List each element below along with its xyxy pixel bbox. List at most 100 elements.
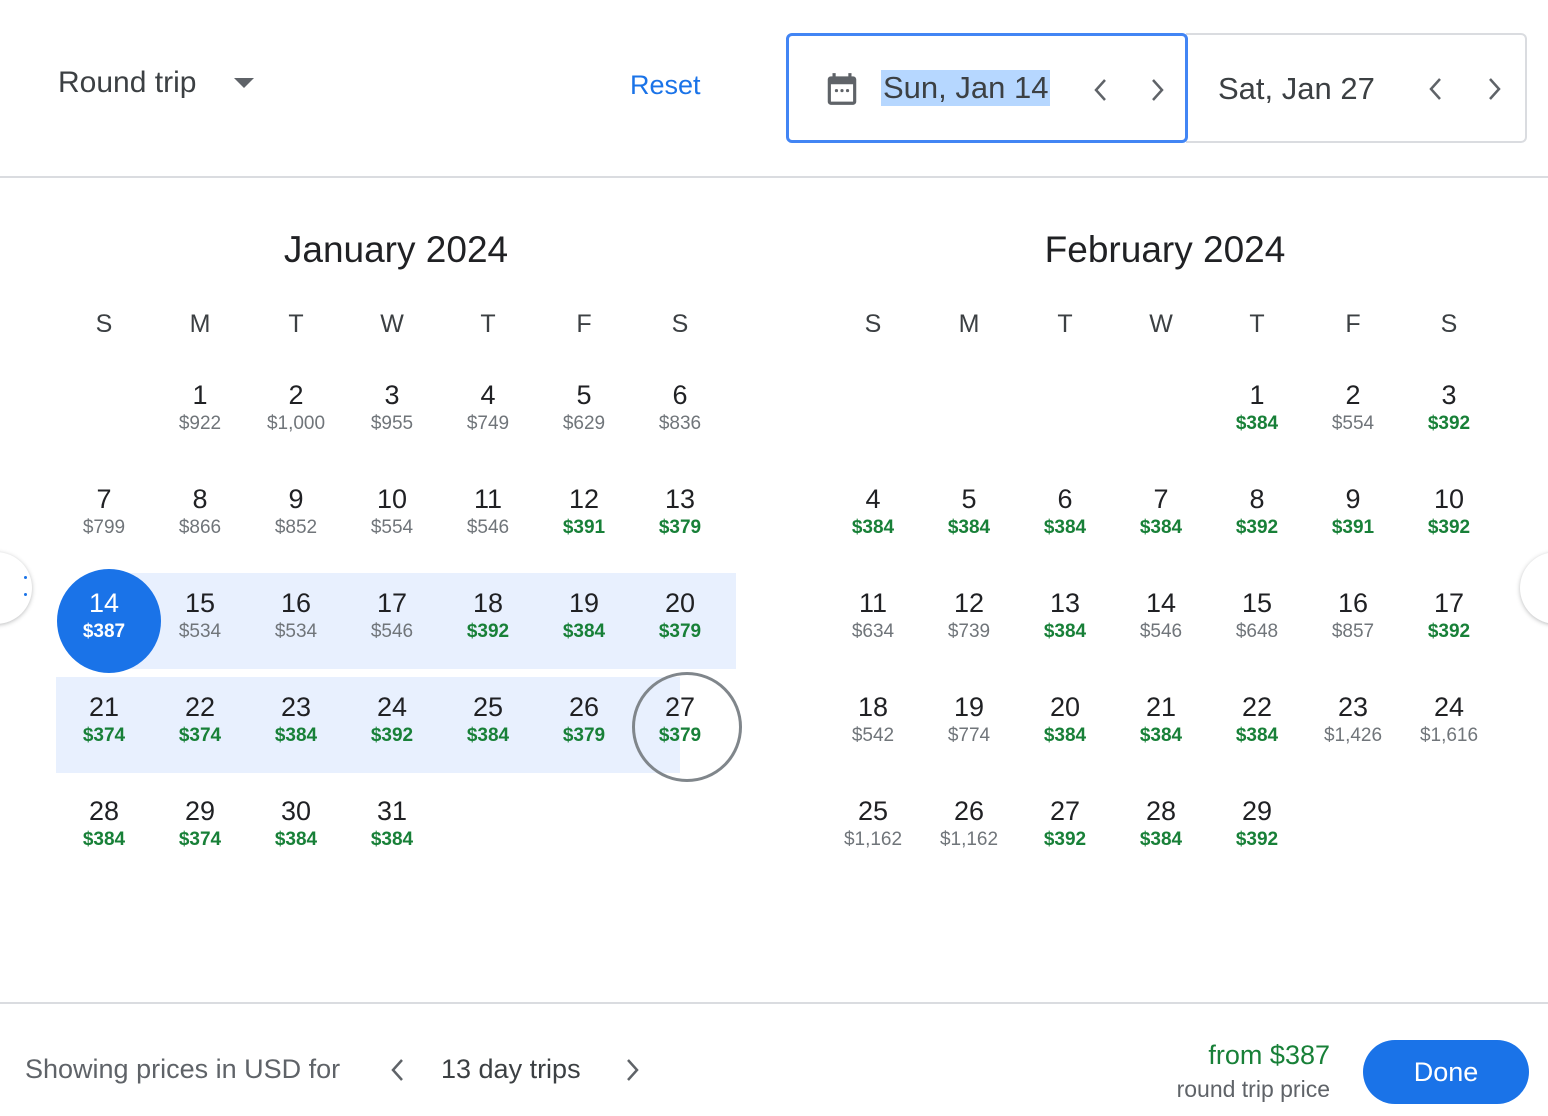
date-picker-header: Round trip Reset Sun, Jan 14 Sat, Jan 27 (0, 0, 1548, 178)
day-cell[interactable]: 10 $392 (1401, 465, 1497, 569)
day-cell[interactable]: 8 $866 (152, 465, 248, 569)
day-cell[interactable]: 22 $384 (1209, 673, 1305, 777)
day-price: $384 (562, 621, 606, 642)
day-cell[interactable]: 14 $546 (1113, 569, 1209, 673)
day-cell[interactable]: 1 $384 (1209, 361, 1305, 465)
day-cell[interactable]: 19 $384 (536, 569, 632, 673)
departure-prev-day-button[interactable] (1087, 74, 1115, 106)
day-cell[interactable]: 5 $384 (921, 465, 1017, 569)
day-number: 17 (376, 588, 408, 618)
day-price: $384 (370, 829, 414, 850)
day-cell[interactable]: 7 $384 (1113, 465, 1209, 569)
day-cell[interactable]: 3 $955 (344, 361, 440, 465)
day-price: $384 (1235, 413, 1279, 434)
day-number: 12 (953, 588, 985, 618)
day-price: $374 (178, 725, 222, 746)
day-cell[interactable]: 15 $534 (152, 569, 248, 673)
date-picker-footer: Showing prices in USD for 13 day trips f… (0, 1002, 1548, 1116)
done-button[interactable]: Done (1363, 1040, 1529, 1104)
day-cell[interactable]: 28 $384 (1113, 777, 1209, 881)
day-cell[interactable]: 23 $1,426 (1305, 673, 1401, 777)
day-cell[interactable]: 13 $384 (1017, 569, 1113, 673)
day-cell[interactable]: 16 $857 (1305, 569, 1401, 673)
day-cell[interactable]: 17 $546 (344, 569, 440, 673)
day-number: 15 (1241, 588, 1273, 618)
day-cell[interactable]: 11 $546 (440, 465, 536, 569)
day-cell[interactable]: 22 $374 (152, 673, 248, 777)
day-cell[interactable]: 9 $852 (248, 465, 344, 569)
calendar-icon (827, 73, 857, 105)
return-date-field[interactable]: Sat, Jan 27 (1186, 33, 1527, 143)
trip-length-decrease-button[interactable] (386, 1054, 410, 1086)
day-cell[interactable]: 20 $379 (632, 569, 736, 673)
day-cell[interactable]: 4 $384 (825, 465, 921, 569)
day-number: 19 (953, 692, 985, 722)
day-number: 31 (376, 796, 408, 826)
day-cell[interactable]: 23 $384 (248, 673, 344, 777)
return-prev-day-button[interactable] (1422, 73, 1450, 105)
day-cell[interactable]: 24 $392 (344, 673, 440, 777)
day-price: $542 (851, 725, 895, 746)
day-cell[interactable]: 17 $392 (1401, 569, 1497, 673)
day-cell[interactable]: 2 $1,000 (248, 361, 344, 465)
reset-button[interactable]: Reset (630, 70, 701, 101)
day-cell[interactable]: 26 $1,162 (921, 777, 1017, 881)
day-cell[interactable]: 21 $374 (56, 673, 152, 777)
day-number: 27 (664, 692, 696, 722)
day-cell[interactable]: 15 $648 (1209, 569, 1305, 673)
departure-date-field[interactable]: Sun, Jan 14 (786, 33, 1188, 143)
day-cell[interactable]: 3 $392 (1401, 361, 1497, 465)
day-number: 10 (1433, 484, 1465, 514)
day-cell[interactable]: 13 $379 (632, 465, 728, 569)
previous-month-button[interactable] (0, 552, 32, 624)
day-cell[interactable]: 29 $392 (1209, 777, 1305, 881)
day-cell[interactable]: 11 $634 (825, 569, 921, 673)
return-date-text[interactable]: Sat, Jan 27 (1218, 71, 1375, 107)
day-cell[interactable]: 24 $1,616 (1401, 673, 1497, 777)
day-cell[interactable]: 5 $629 (536, 361, 632, 465)
day-cell[interactable]: 16 $534 (248, 569, 344, 673)
departure-date-text[interactable]: Sun, Jan 14 (881, 70, 1051, 106)
trip-type-dropdown[interactable]: Round trip (58, 66, 255, 100)
day-cell[interactable]: 1 $922 (152, 361, 248, 465)
chevron-left-icon (391, 1059, 403, 1081)
day-cell[interactable]: 4 $749 (440, 361, 536, 465)
day-cell[interactable]: 27 $392 (1017, 777, 1113, 881)
weekday-label: T (480, 310, 496, 338)
return-next-day-button[interactable] (1480, 73, 1508, 105)
day-cell[interactable]: 28 $384 (56, 777, 152, 881)
day-cell[interactable]: 2 $554 (1305, 361, 1401, 465)
chevron-right-icon (1152, 79, 1164, 101)
day-cell[interactable]: 19 $774 (921, 673, 1017, 777)
day-cell[interactable]: 20 $384 (1017, 673, 1113, 777)
day-cell[interactable]: 10 $554 (344, 465, 440, 569)
day-cell[interactable]: 29 $374 (152, 777, 248, 881)
day-number: 26 (568, 692, 600, 722)
day-cell[interactable]: 18 $542 (825, 673, 921, 777)
departure-next-day-button[interactable] (1143, 74, 1171, 106)
next-month-button[interactable] (1520, 552, 1548, 624)
day-cell[interactable]: 31 $384 (344, 777, 440, 881)
day-cell[interactable]: 18 $392 (440, 569, 536, 673)
day-cell[interactable]: 30 $384 (248, 777, 344, 881)
trip-length-increase-button[interactable] (620, 1054, 644, 1086)
day-number: 9 (1345, 484, 1361, 514)
day-price: $852 (274, 517, 318, 538)
day-price: $384 (947, 517, 991, 538)
day-cell[interactable]: 8 $392 (1209, 465, 1305, 569)
return-day-cell[interactable]: 27 $379 (632, 672, 742, 782)
day-cell[interactable]: 25 $1,162 (825, 777, 921, 881)
day-cell[interactable]: 26 $379 (536, 673, 632, 777)
day-cell[interactable]: 21 $384 (1113, 673, 1209, 777)
weekday-label: F (1345, 310, 1361, 338)
day-cell[interactable]: 6 $836 (632, 361, 728, 465)
day-cell[interactable]: 12 $391 (536, 465, 632, 569)
day-cell[interactable]: 6 $384 (1017, 465, 1113, 569)
day-cell[interactable]: 12 $739 (921, 569, 1017, 673)
day-cell[interactable]: 25 $384 (440, 673, 536, 777)
day-cell[interactable]: 9 $391 (1305, 465, 1401, 569)
departure-day-cell[interactable]: 14 $387 (56, 569, 161, 673)
day-number: 7 (1153, 484, 1169, 514)
day-cell[interactable]: 7 $799 (56, 465, 152, 569)
weekday-label: M (958, 310, 980, 338)
